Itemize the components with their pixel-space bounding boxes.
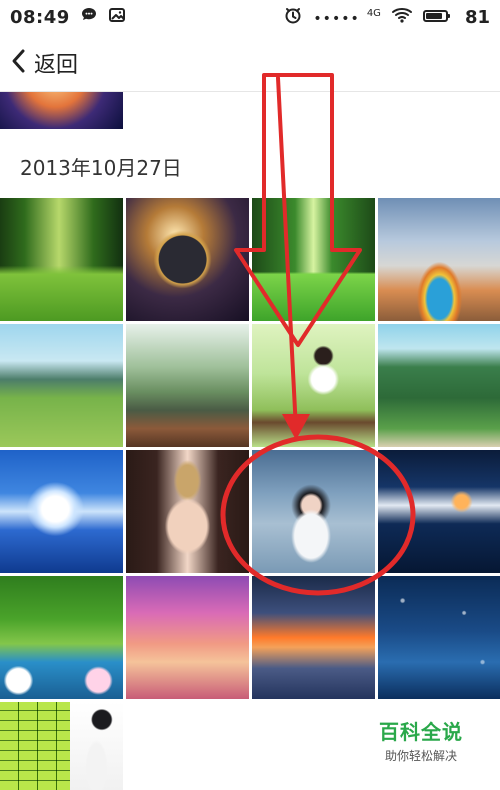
photo-thumbnail[interactable] [0,198,123,321]
status-right: ••••• 4G 81 [283,5,490,29]
photo-thumbnail[interactable] [252,576,375,699]
nav-bar: 返回 [0,34,500,92]
photo-thumbnail[interactable] [0,576,123,699]
status-time: 08:49 [10,6,70,28]
watermark: 百科全说 助你轻松解决 [366,718,476,763]
wifi-icon [391,6,413,28]
image-icon [108,6,126,28]
photo-thumbnail[interactable] [126,198,249,321]
photo-thumbnail-selected[interactable] [252,450,375,573]
network-label: 4G [366,7,381,19]
date-header: 2013年10月27日 [20,156,182,180]
photo-thumbnail[interactable] [252,324,375,447]
photo-thumbnail[interactable] [378,324,500,447]
battery-level: 81 [464,6,490,28]
photo-thumbnail[interactable] [0,450,123,573]
photo-thumbnail[interactable] [378,450,500,573]
photo-thumbnail[interactable] [252,198,375,321]
photo-thumbnail[interactable] [378,198,500,321]
chevron-left-icon [8,47,30,79]
photo-thumbnail-partial[interactable] [0,92,123,129]
back-label: 返回 [34,52,79,78]
signal-dots: ••••• [313,10,360,27]
status-left: 08:49 [10,6,126,28]
chat-icon [80,6,98,28]
photo-thumbnail[interactable] [0,324,123,447]
alarm-icon [283,5,303,29]
watermark-title: 百科全说 [379,720,463,744]
back-button[interactable]: 返回 [8,47,78,79]
battery-icon [422,8,451,27]
photo-thumbnail[interactable] [70,702,123,790]
watermark-subtitle: 助你轻松解决 [384,749,457,763]
photo-thumbnail[interactable] [0,702,70,790]
photo-thumbnail[interactable] [378,576,500,699]
photo-thumbnail[interactable] [126,576,249,699]
signal-icon: ••••• 4G [313,8,381,27]
photo-thumbnail[interactable] [126,324,249,447]
photo-thumbnail[interactable] [126,450,249,573]
status-bar: 08:49 ••••• 4G 81 [0,0,500,34]
screen: 08:49 ••••• 4G 81 返回 2013年10月27日 百科全说 助你… [0,0,500,790]
